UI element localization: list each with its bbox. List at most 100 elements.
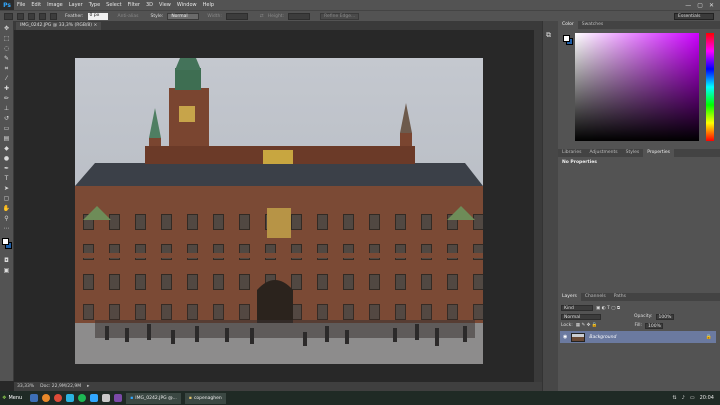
vertical-scrollbar[interactable] [534,30,542,382]
style-select[interactable]: Normal [167,12,200,20]
photoshop-taskbar-icon[interactable] [90,394,99,402]
add-selection-icon[interactable] [28,12,35,20]
blur-icon[interactable]: ◆ [3,145,11,152]
tab-swatches[interactable]: Swatches [578,21,608,29]
screen-mode-icon[interactable]: ▣ [3,267,11,274]
minimize-button[interactable]: — [685,2,691,9]
workspace-select[interactable]: Essentials [674,13,714,20]
terminal-icon[interactable] [114,394,123,402]
tab-color[interactable]: Color [558,21,578,29]
status-menu-arrow-icon[interactable]: ▸ [87,384,89,389]
quick-mask-icon[interactable]: ◘ [3,257,11,264]
feather-input[interactable]: 0 px [87,12,108,20]
close-tab-icon[interactable]: × [93,23,97,28]
rectangular-marquee-icon[interactable]: ⬚ [3,35,11,42]
zoom-level[interactable]: 33,33% [17,384,34,389]
quick-selection-icon[interactable]: ✎ [3,55,11,62]
menu-help[interactable]: Help [200,2,217,8]
close-button[interactable]: ✕ [709,2,714,9]
doc-info[interactable]: Doc: 22,9M/22,9M [40,384,81,389]
network-icon[interactable]: ⇅ [672,395,676,401]
menu-file[interactable]: File [14,2,28,8]
telegram-icon[interactable] [66,394,75,402]
menu-view[interactable]: View [156,2,174,8]
filter-icons[interactable]: ▣ ◐ T ▢ ⧉ [596,305,620,311]
tab-layers[interactable]: Layers [558,293,581,301]
move-tool-icon[interactable]: ✥ [3,25,11,32]
crop-icon[interactable]: ⌗ [3,65,11,72]
path-selection-icon[interactable]: ➤ [3,185,11,192]
menu-filter[interactable]: Filter [125,2,143,8]
tab-properties[interactable]: Properties [643,149,675,157]
hand-icon[interactable]: ✋ [3,205,11,212]
show-desktop-icon[interactable] [30,394,39,402]
chrome-icon[interactable] [54,394,63,402]
blend-mode-select[interactable]: Normal [561,313,601,320]
document-tab[interactable]: IMG_0242.JPG @ 33,3% (RGB/8) × [16,22,102,30]
layer-row[interactable]: ◉ Background 🔒 [560,331,716,343]
shape-icon[interactable]: ▢ [3,195,11,202]
anti-alias-checkbox[interactable]: Anti-alias [118,14,139,19]
tab-libraries[interactable]: Libraries [558,149,585,157]
menu-3d[interactable]: 3D [143,2,156,8]
menu-edit[interactable]: Edit [28,2,44,8]
menu-image[interactable]: Image [44,2,66,8]
eraser-icon[interactable]: ▭ [3,125,11,132]
pen-icon[interactable]: ✒ [3,165,11,172]
task-folder[interactable]: ▪ copenaghen [184,392,226,404]
foreground-color-swatch[interactable] [1,238,9,245]
clock[interactable]: 20:04 [700,395,714,401]
width-input[interactable] [225,12,248,20]
refine-edge-button[interactable]: Refine Edge... [320,12,360,20]
edit-toolbar-icon[interactable]: ⋯ [3,225,11,232]
panel-foreground-swatch[interactable] [563,35,570,42]
subtract-selection-icon[interactable] [39,12,46,20]
eyedropper-icon[interactable]: ⁄ [3,75,11,82]
tab-adjustments[interactable]: Adjustments [585,149,621,157]
lasso-icon[interactable]: ◌ [3,45,11,52]
clone-stamp-icon[interactable]: ⊥ [3,105,11,112]
visibility-eye-icon[interactable]: ◉ [563,334,567,340]
tab-styles[interactable]: Styles [622,149,644,157]
opacity-input[interactable]: 100% [655,313,674,320]
firefox-icon[interactable] [42,394,51,402]
gradient-icon[interactable]: ▤ [3,135,11,142]
task-photoshop[interactable]: ▪ IMG_0242.JPG @... [126,392,181,404]
taskbar: ❖ Menu ▪ IMG_0242.JPG @... ▪ copenaghen … [0,391,720,405]
zoom-icon[interactable]: ⚲ [3,215,11,222]
height-input[interactable] [288,12,311,20]
marquee-tool-preset-icon[interactable] [4,12,13,20]
healing-brush-icon[interactable]: ✚ [3,85,11,92]
menu-select[interactable]: Select [103,2,124,8]
history-brush-icon[interactable]: ↺ [3,115,11,122]
tab-paths[interactable]: Paths [610,293,630,301]
opacity-label: Opacity: [634,314,653,319]
properties-panel-tabs: Libraries Adjustments Styles Properties [558,149,720,157]
maximize-button[interactable]: ▢ [697,2,703,9]
photo-canvas[interactable] [75,58,483,364]
start-label: Menu [8,395,23,401]
layer-name[interactable]: Background [589,335,616,340]
new-selection-icon[interactable] [17,12,24,20]
menu-type[interactable]: Type [86,2,103,8]
lock-icons[interactable]: ▦ ✎ ✥ 🔒 [576,323,598,328]
history-panel-icon[interactable]: ⧉ [546,31,555,40]
color-picker-field[interactable] [575,33,699,141]
brush-icon[interactable]: ✏ [3,95,11,102]
hue-slider[interactable] [706,33,714,141]
swap-icon[interactable]: ⇄ [260,14,264,19]
files-icon[interactable] [102,394,111,402]
volume-icon[interactable]: ♪ [682,395,685,401]
spotify-icon[interactable] [78,394,87,402]
menu-layer[interactable]: Layer [66,2,86,8]
dodge-icon[interactable]: ● [3,155,11,162]
battery-icon[interactable]: ▭ [690,395,695,401]
type-icon[interactable]: T [3,175,11,182]
color-swatches[interactable] [1,238,12,250]
layer-kind-select[interactable]: Kind [561,304,593,311]
tab-channels[interactable]: Channels [581,293,610,301]
menu-window[interactable]: Window [174,2,200,8]
fill-input[interactable]: 100% [645,322,663,329]
intersect-selection-icon[interactable] [50,12,57,20]
start-menu-button[interactable]: ❖ Menu [2,395,26,401]
